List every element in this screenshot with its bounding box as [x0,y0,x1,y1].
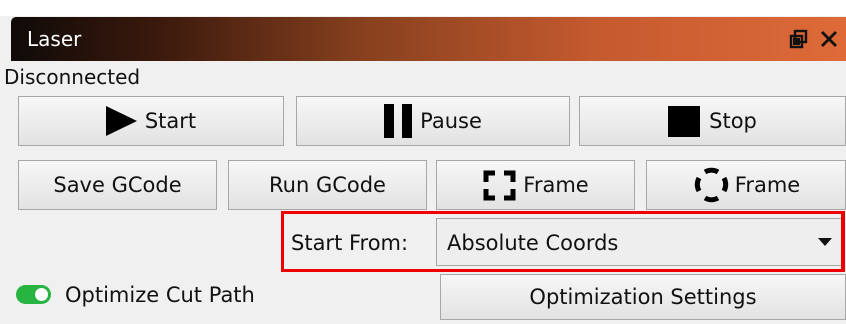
save-gcode-button[interactable]: Save GCode [18,160,217,210]
run-gcode-button[interactable]: Run GCode [228,160,427,210]
dropdown-arrow-icon [818,238,832,246]
start-from-selected-value: Absolute Coords [447,231,619,255]
laser-panel: Laser Disconnected Start Pause Stop Save… [0,0,846,324]
frame-circle-button[interactable]: Frame [646,160,846,210]
frame-circle-label: Frame [734,173,801,197]
optimization-settings-label: Optimization Settings [529,285,757,309]
float-window-icon[interactable] [788,27,810,51]
optimization-settings-button[interactable]: Optimization Settings [440,274,846,320]
start-button-label: Start [144,109,197,133]
start-from-dropdown[interactable]: Absolute Coords [436,218,845,266]
panel-title: Laser [27,27,82,51]
circular-frame-icon [692,167,731,203]
start-from-label: Start From: [291,231,409,255]
play-icon [105,106,137,136]
close-icon[interactable] [818,27,840,51]
run-gcode-label: Run GCode [269,173,386,197]
save-gcode-label: Save GCode [53,173,182,197]
stop-icon [668,105,701,137]
top-margin [0,0,846,16]
connection-status: Disconnected [4,65,141,89]
pause-button[interactable]: Pause [296,96,570,146]
laser-titlebar[interactable]: Laser [11,17,846,61]
toggle-knob [35,288,48,301]
pause-button-label: Pause [420,109,482,133]
toggle-on-icon[interactable] [16,285,51,304]
start-button[interactable]: Start [18,96,284,146]
frame-rectangle-button[interactable]: Frame [436,160,635,210]
frame-rectangle-label: Frame [523,173,589,197]
rectangular-frame-icon [482,169,517,202]
stop-button[interactable]: Stop [579,96,846,146]
stop-button-label: Stop [709,109,757,133]
pause-icon [384,104,413,138]
optimize-cut-path-label: Optimize Cut Path [65,283,255,307]
